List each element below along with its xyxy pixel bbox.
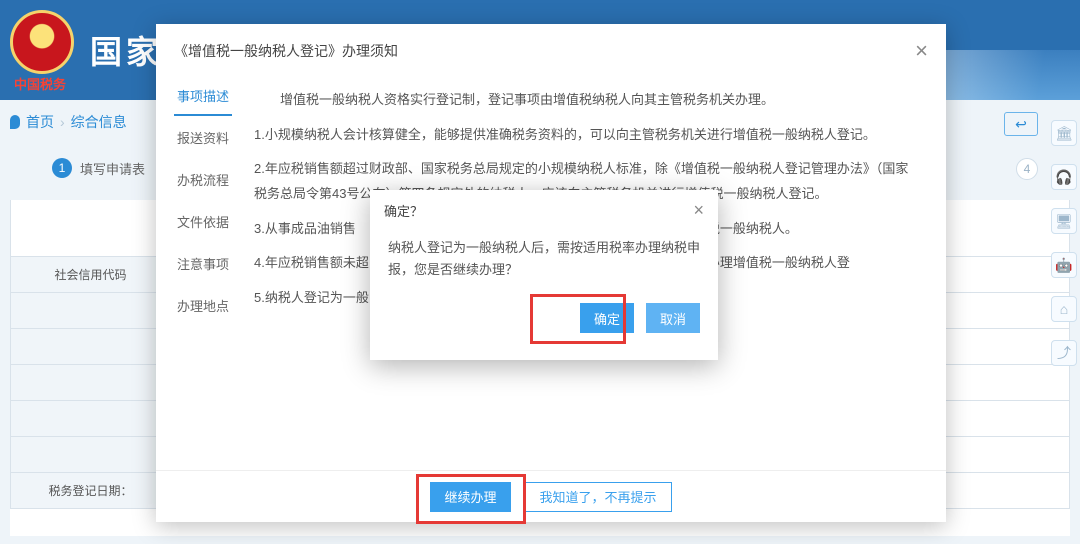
confirm-body: 纳税人登记为一般纳税人后，需按适用税率办理纳税申报，您是否继续办理？ (370, 225, 718, 293)
label-tax-date: 税务登记日期： (11, 472, 171, 508)
pin-icon (10, 115, 20, 129)
modal-p2: 1.小规模纳税人会计核算健全，能够提供准确税务资料的，可以向主管税务机关进行增值… (254, 123, 916, 148)
close-icon[interactable]: × (915, 38, 928, 64)
modal-p1: 增值税一般纳税人资格实行登记制，登记事项由增值税纳税人向其主管税务机关办理。 (254, 88, 916, 113)
tool-icon-3[interactable]: 🖥 (1051, 208, 1077, 234)
continue-button[interactable]: 继续办理 (430, 482, 510, 512)
confirm-close-icon[interactable]: × (693, 200, 704, 221)
breadcrumb-home[interactable]: 首页 (26, 112, 54, 132)
modal-title: 《增值税一般纳税人登记》办理须知 (174, 41, 398, 61)
tab-process[interactable]: 办税流程 (156, 158, 250, 200)
tool-icon-5[interactable]: ⌂ (1051, 296, 1077, 322)
tab-location[interactable]: 办理地点 (156, 284, 250, 326)
confirm-cancel-button[interactable]: 取消 (646, 303, 700, 333)
step-indicator: 1 填写申请表 (52, 158, 145, 178)
logo-emblem (10, 10, 74, 74)
step-label: 填写申请表 (80, 159, 145, 178)
confirm-dialog: 确定？ × 纳税人登记为一般纳税人后，需按适用税率办理纳税申报，您是否继续办理？… (370, 190, 718, 360)
back-button[interactable]: ↩ (1004, 112, 1038, 136)
tool-icon-2[interactable]: 🎧 (1051, 164, 1077, 190)
modal-footer: 继续办理 我知道了，不再提示 (156, 470, 946, 522)
tool-icon-6[interactable]: ⤴ (1051, 340, 1077, 366)
tab-notes[interactable]: 注意事项 (156, 242, 250, 284)
modal-header: 《增值税一般纳税人登记》办理须知 × (156, 24, 946, 74)
tab-materials[interactable]: 报送资料 (156, 116, 250, 158)
label-credit-code: 社会信用代码 (11, 256, 171, 292)
step-number: 1 (52, 158, 72, 178)
confirm-title: 确定？ (384, 201, 423, 220)
tool-icon-4[interactable]: 🤖 (1051, 252, 1077, 278)
step-badge: 4 (1016, 158, 1038, 180)
modal-tabs: 事项描述 报送资料 办税流程 文件依据 注意事项 办理地点 (156, 74, 250, 470)
acknowledge-button[interactable]: 我知道了，不再提示 (525, 482, 672, 512)
confirm-ok-button[interactable]: 确定 (580, 303, 634, 333)
logo-subtext: 中国税务 (14, 74, 66, 93)
breadcrumb: 首页 › 综合信息 (10, 112, 127, 132)
tab-desc[interactable]: 事项描述 (156, 74, 250, 116)
right-toolbar: 🏛 🎧 🖥 🤖 ⌂ ⤴ (1048, 108, 1080, 544)
app-title: 国家 (90, 27, 162, 73)
tab-docs[interactable]: 文件依据 (156, 200, 250, 242)
tool-icon-1[interactable]: 🏛 (1051, 120, 1077, 146)
breadcrumb-category[interactable]: 综合信息 (71, 112, 127, 132)
